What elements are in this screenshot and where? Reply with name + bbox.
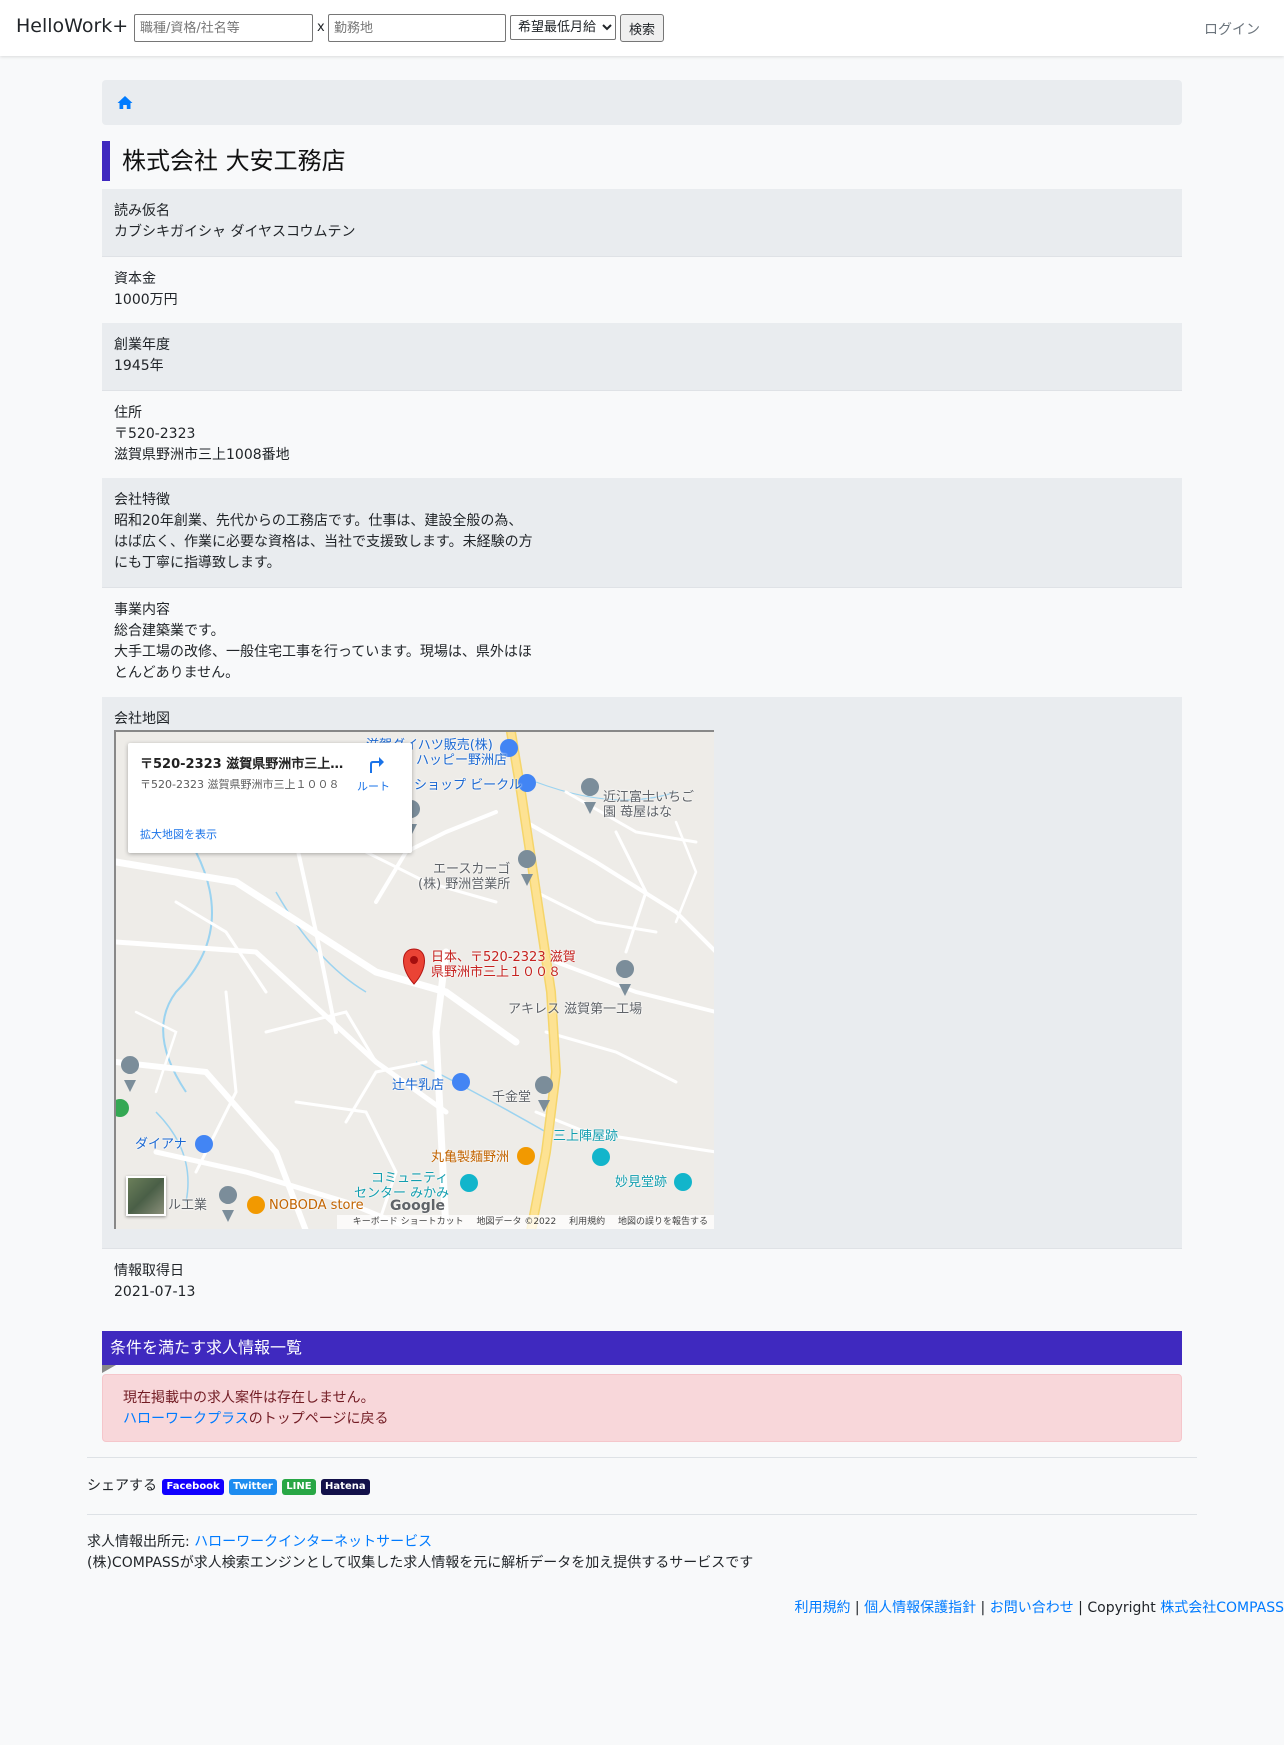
info-value: 昭和20年創業、先代からの工務店です。仕事は、建設全般の為、 はば広く、作業に必… xyxy=(114,513,533,571)
info-label: 住所 xyxy=(114,405,142,421)
job-list-header: 条件を満たす求人情報一覧 xyxy=(102,1331,1182,1365)
login-link[interactable]: ログイン xyxy=(1204,19,1260,39)
footer-separator: | xyxy=(976,1600,990,1616)
map-keyboard-shortcuts[interactable]: キーボード ショートカット xyxy=(353,1217,464,1227)
map-card-title: 〒520-2323 滋賀県野洲市三上… xyxy=(140,757,344,772)
brand-logo[interactable]: HelloWork+ xyxy=(16,15,128,37)
poi-label: 辻牛乳店 xyxy=(392,1078,445,1093)
share-label: シェアする xyxy=(87,1478,157,1494)
poi-label: コミュニティ xyxy=(371,1171,449,1186)
source-description: (株)COMPASSが求人検索エンジンとして収集した求人情報を元に解析データを加… xyxy=(87,1555,754,1571)
divider xyxy=(87,1514,1197,1515)
footer-links: 利用規約 | 個人情報保護指針 | お問い合わせ | Copyright 株式会… xyxy=(794,1598,1284,1618)
marker-label: 日本、〒520-2323 滋賀 xyxy=(431,950,576,965)
share-facebook-button[interactable]: Facebook xyxy=(162,1479,224,1495)
footer-privacy-link[interactable]: 個人情報保護指針 xyxy=(864,1600,976,1616)
poi-label: 妙見堂跡 xyxy=(615,1175,668,1190)
info-label: 会社特徴 xyxy=(114,492,170,508)
footer-separator: | xyxy=(1073,1600,1088,1616)
footer-company-link[interactable]: 株式会社COMPASS xyxy=(1160,1600,1284,1616)
poi-label: 園 苺屋はな xyxy=(603,805,673,820)
source-line: 求人情報出所元: ハローワークインターネットサービス xyxy=(87,1532,753,1553)
location-search-input[interactable] xyxy=(328,14,506,42)
poi-label: ダイアナ xyxy=(135,1137,187,1152)
keyword-search-input[interactable] xyxy=(134,14,313,42)
poi-label: 千金堂 xyxy=(492,1090,532,1105)
map-report-error-link[interactable]: 地図の誤りを報告する xyxy=(618,1217,708,1227)
info-row-business: 事業内容 総合建築業です。 大手工場の改修、一般住宅工事を行っています。現場は、… xyxy=(102,588,1182,697)
footer-separator: | xyxy=(850,1600,865,1616)
min-salary-select[interactable]: 希望最低月給 xyxy=(510,15,616,40)
no-jobs-message: 現在掲載中の求人案件は存在しません。 xyxy=(123,1390,375,1406)
info-value: 1000万円 xyxy=(114,292,178,308)
back-suffix: のトップページに戻る xyxy=(248,1411,389,1427)
share-bar: シェアする Facebook Twitter LINE Hatena xyxy=(87,1477,370,1495)
company-map[interactable]: 滋賀ダイハツ販売(株) ハッピー野洲店 ショップ ビークル 近江富士いちご 園 … xyxy=(114,730,714,1229)
top-navbar: HelloWork+ x 希望最低月給 検索 ログイン xyxy=(0,0,1284,56)
poi-label: NOBODA store xyxy=(269,1198,364,1213)
share-hatena-button[interactable]: Hatena xyxy=(321,1479,370,1495)
marker-label: 県野洲市三上１００８ xyxy=(431,965,562,980)
footer-terms-link[interactable]: 利用規約 xyxy=(794,1600,850,1616)
info-value: 総合建築業です。 大手工場の改修、一般住宅工事を行っています。現場は、県外はほ … xyxy=(114,623,532,681)
poi-label: エースカーゴ xyxy=(433,862,511,877)
source-prefix: 求人情報出所元: xyxy=(87,1534,195,1550)
info-value: 2021-07-13 xyxy=(114,1284,196,1300)
view-larger-map-link[interactable]: 拡大地図を表示 xyxy=(140,826,217,842)
poi-label: 近江富士いちご xyxy=(603,790,695,805)
divider xyxy=(87,1457,1197,1458)
hellowork-plus-link[interactable]: ハローワークプラス xyxy=(123,1411,249,1427)
copyright-text: Copyright xyxy=(1087,1600,1161,1616)
info-row-address: 住所 〒520-2323 滋賀県野洲市三上1008番地 xyxy=(102,391,1182,478)
info-value: カブシキガイシャ ダイヤスコウムテン xyxy=(114,224,356,240)
poi-label: 丸亀製麺野洲 xyxy=(431,1150,510,1165)
search-separator: x xyxy=(317,20,325,35)
map-info-card: 〒520-2323 滋賀県野洲市三上… 〒520-2323 滋賀県野洲市三上１０… xyxy=(128,743,412,853)
map-terms-link[interactable]: 利用規約 xyxy=(569,1217,605,1227)
route-label[interactable]: ルート xyxy=(357,778,390,794)
info-row-reading: 読み仮名 カブシキガイシャ ダイヤスコウムテン xyxy=(102,189,1182,257)
info-label: 会社地図 xyxy=(114,711,170,727)
poi-label: ル工業 xyxy=(168,1198,208,1213)
info-label: 創業年度 xyxy=(114,337,170,353)
header-decoration xyxy=(102,1365,116,1373)
share-twitter-button[interactable]: Twitter xyxy=(229,1479,277,1495)
poi-label: (株) 野洲営業所 xyxy=(418,877,511,892)
share-line-button[interactable]: LINE xyxy=(282,1479,316,1495)
info-value: 1945年 xyxy=(114,358,164,374)
directions-icon[interactable] xyxy=(364,753,386,775)
satellite-toggle[interactable] xyxy=(126,1176,166,1216)
data-source: 求人情報出所元: ハローワークインターネットサービス (株)COMPASSが求人… xyxy=(87,1532,753,1574)
info-value: 〒520-2323 滋賀県野洲市三上1008番地 xyxy=(114,426,290,463)
google-logo: Google xyxy=(390,1198,446,1214)
info-row-founded: 創業年度 1945年 xyxy=(102,323,1182,391)
info-label: 資本金 xyxy=(114,271,156,287)
info-label: 事業内容 xyxy=(114,602,170,618)
info-row-capital: 資本金 1000万円 xyxy=(102,257,1182,323)
poi-label: 三上陣屋跡 xyxy=(553,1129,619,1144)
info-label: 読み仮名 xyxy=(114,203,170,219)
map-card-address: 〒520-2323 滋賀県野洲市三上１００８ xyxy=(140,778,340,791)
map-data-credit: 地図データ ©2022 xyxy=(476,1217,557,1227)
poi-label: ショップ ビークル xyxy=(414,778,522,793)
info-row-features: 会社特徴 昭和20年創業、先代からの工務店です。仕事は、建設全般の為、 はば広く… xyxy=(102,478,1182,588)
back-to-top-line: ハローワークプラスのトップページに戻る xyxy=(123,1409,1161,1430)
hellowork-internet-link[interactable]: ハローワークインターネットサービス xyxy=(194,1534,432,1550)
search-button[interactable]: 検索 xyxy=(620,14,664,42)
breadcrumb xyxy=(102,80,1182,125)
footer-contact-link[interactable]: お問い合わせ xyxy=(990,1600,1074,1616)
poi-label: ハッピー野洲店 xyxy=(416,753,508,768)
info-label: 情報取得日 xyxy=(114,1263,184,1279)
company-title: 株式会社 大安工務店 xyxy=(102,141,1182,181)
info-row-retrieved: 情報取得日 2021-07-13 xyxy=(102,1249,1182,1315)
map-footer: キーボード ショートカット 地図データ ©2022 利用規約 地図の誤りを報告す… xyxy=(336,1215,714,1229)
poi-label: アキレス 滋賀第一工場 xyxy=(508,1002,643,1017)
no-jobs-alert: 現在掲載中の求人案件は存在しません。 ハローワークプラスのトップページに戻る xyxy=(102,1374,1182,1442)
home-icon[interactable] xyxy=(117,95,133,110)
